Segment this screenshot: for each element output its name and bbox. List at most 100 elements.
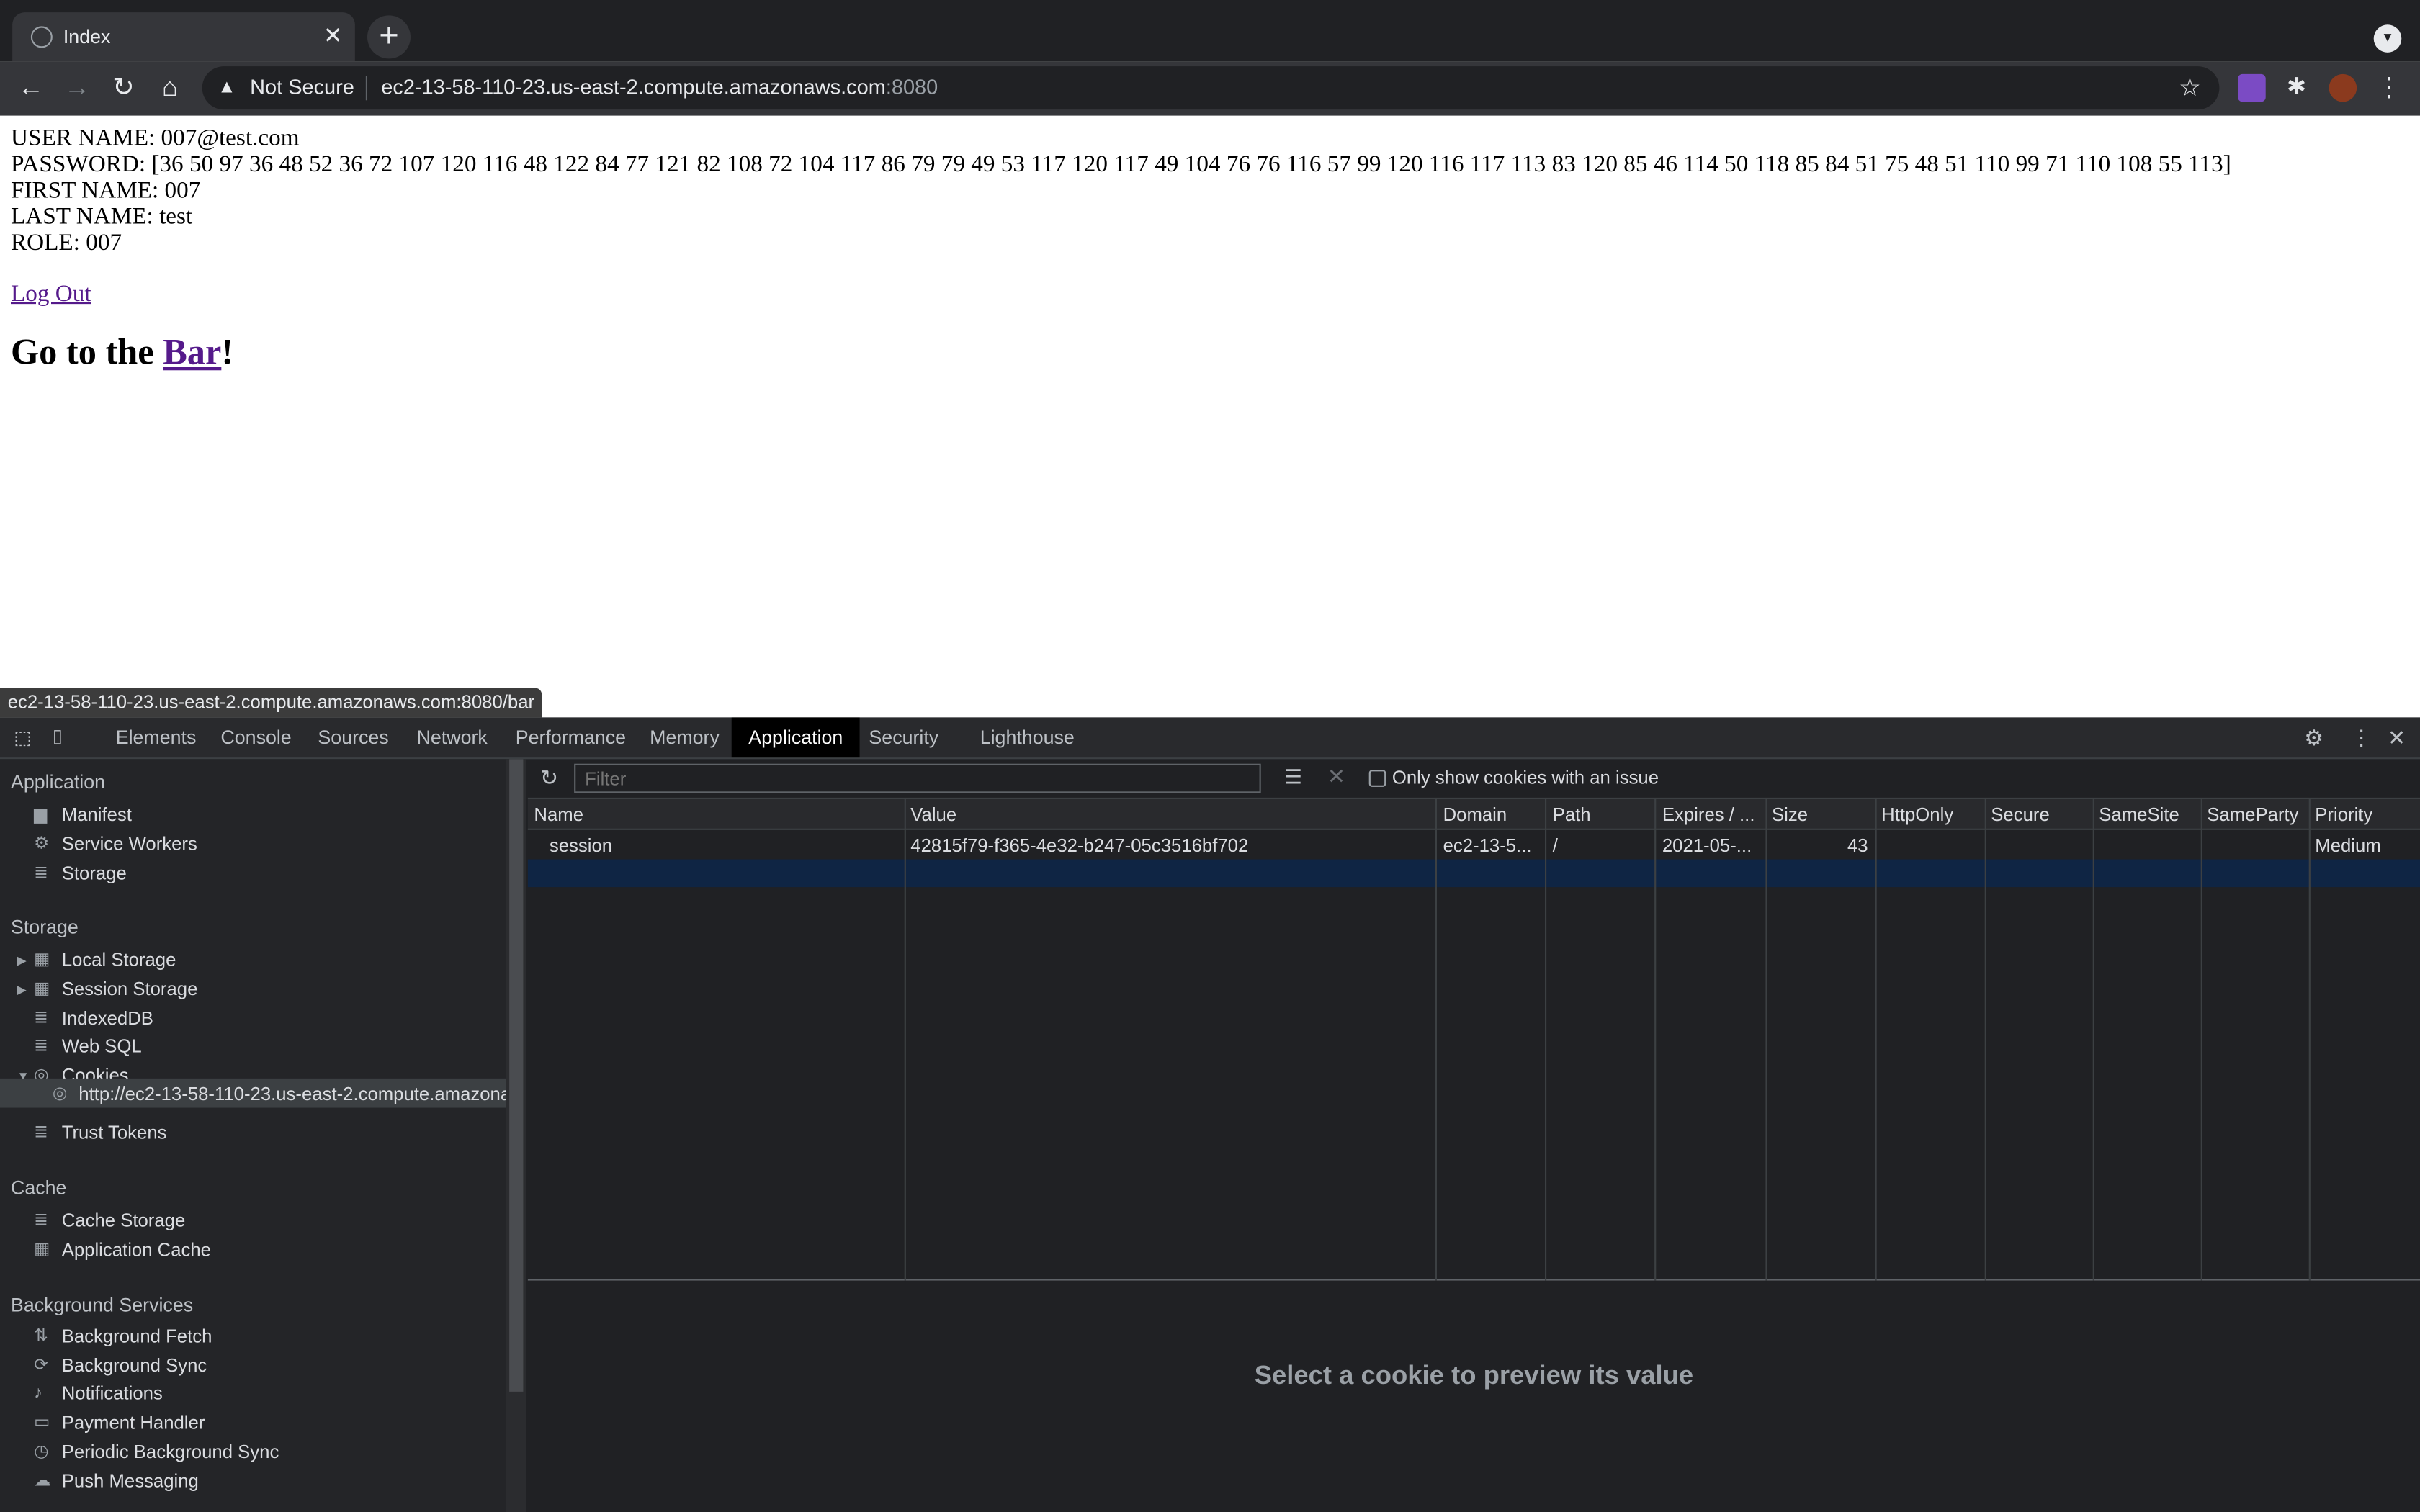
sidebar-item-storage[interactable]: Storage [62, 863, 127, 884]
column-divider [2200, 799, 2202, 1281]
column-header-samesite[interactable]: SameSite [2099, 804, 2179, 825]
tab-sources[interactable]: Sources [318, 726, 388, 748]
address-bar[interactable]: ▲ Not Secure ec2-13-58-110-23.us-east-2.… [202, 66, 2220, 110]
tab-elements[interactable]: Elements [116, 726, 197, 748]
browser-menu-icon[interactable]: ⋮ [2370, 69, 2407, 106]
tab-console[interactable]: Console [220, 726, 291, 748]
only-issues-checkbox[interactable] [1368, 770, 1386, 787]
devtools-tab-bar: ⬚ ▯ Elements Console Sources Network Per… [0, 717, 2420, 760]
column-header-expires[interactable]: Expires / ... [1662, 804, 1755, 825]
column-divider [1765, 799, 1767, 1281]
tab-memory[interactable]: Memory [650, 726, 720, 748]
sidebar-item-background-sync[interactable]: Background Sync [62, 1354, 207, 1376]
sidebar-item-session-storage[interactable]: Session Storage [62, 978, 198, 1000]
delete-selected-icon[interactable]: ✕ [1327, 764, 1345, 790]
tab-title: Index [63, 26, 111, 48]
grid-icon: ▦ [34, 950, 50, 969]
tab-search-icon[interactable]: ▾ [2373, 24, 2402, 53]
up-down-arrows-icon: ⇅ [34, 1326, 48, 1346]
cloud-icon: ☁ [34, 1472, 51, 1490]
sidebar-item-trust-tokens[interactable]: Trust Tokens [62, 1122, 167, 1143]
clear-all-cookies-icon[interactable]: ☰ [1284, 765, 1302, 790]
close-devtools-icon[interactable]: ✕ [2388, 725, 2406, 751]
column-header-size[interactable]: Size [1772, 804, 1808, 825]
cookie-domain-cell[interactable]: ec2-13-5... [1443, 834, 1532, 856]
cookies-toolbar: ↻ ☰ ✕ Only show cookies with an issue [527, 759, 2420, 799]
sidebar-item-application-cache[interactable]: Application Cache [62, 1239, 211, 1261]
sidebar-scrollbar-thumb[interactable] [509, 759, 524, 1392]
sidebar-item-push-messaging[interactable]: Push Messaging [62, 1470, 199, 1492]
expand-arrow-icon[interactable]: ▶ [17, 983, 27, 996]
cookie-value-cell[interactable]: 42815f79-f365-4e32-b247-05c3516bf702 [910, 834, 1248, 856]
inspect-element-icon[interactable]: ⬚ [14, 726, 31, 748]
column-header-secure[interactable]: Secure [1991, 804, 2049, 825]
tab-application[interactable]: Application [731, 717, 860, 758]
column-divider [904, 799, 906, 1281]
more-options-icon[interactable]: ⋮ [2351, 725, 2372, 751]
extensions-puzzle-icon[interactable]: ✱ [2278, 69, 2315, 106]
sidebar-item-indexeddb[interactable]: IndexedDB [62, 1007, 153, 1029]
close-tab-icon[interactable]: ✕ [323, 22, 343, 49]
cookie-path-cell[interactable]: / [1553, 834, 1558, 856]
user-name-text: USER NAME: 007@test.com [11, 125, 300, 151]
sidebar-item-periodic-background-sync[interactable]: Periodic Background Sync [62, 1441, 279, 1462]
home-icon[interactable]: ⌂ [151, 69, 188, 106]
cookie-name-cell[interactable]: session [550, 834, 612, 856]
forward-icon[interactable]: → [58, 69, 95, 106]
database-icon: ≣ [34, 1211, 48, 1230]
browser-tab-strip: Index ✕ + ▾ [0, 0, 2420, 62]
column-header-sameparty[interactable]: SameParty [2207, 804, 2298, 825]
cookie-priority-cell[interactable]: Medium [2315, 834, 2380, 856]
column-header-httponly[interactable]: HttpOnly [1881, 804, 1953, 825]
sidebar-item-cache-storage[interactable]: Cache Storage [62, 1210, 186, 1231]
table-row-empty-selected[interactable] [527, 859, 2420, 888]
devtools-panel: ⬚ ▯ Elements Console Sources Network Per… [0, 717, 2420, 1512]
column-header-name[interactable]: Name [534, 804, 583, 825]
tab-network[interactable]: Network [417, 726, 488, 748]
page-heading: Go to the Bar! [11, 333, 233, 375]
tab-lighthouse[interactable]: Lighthouse [980, 726, 1075, 748]
only-issues-label[interactable]: Only show cookies with an issue [1392, 767, 1659, 788]
security-label[interactable]: Not Secure [250, 76, 354, 99]
column-header-priority[interactable]: Priority [2315, 804, 2372, 825]
column-header-value[interactable]: Value [910, 804, 956, 825]
sidebar-item-local-storage[interactable]: Local Storage [62, 949, 176, 971]
url-text[interactable]: ec2-13-58-110-23.us-east-2.compute.amazo… [381, 76, 938, 99]
tab-security[interactable]: Security [869, 726, 938, 748]
sidebar-item-manifest[interactable]: Manifest [62, 804, 132, 825]
warning-icon: ▲ [218, 76, 236, 97]
new-tab-button[interactable]: + [367, 15, 411, 59]
cookie-expires-cell[interactable]: 2021-05-... [1662, 834, 1752, 856]
tab-performance[interactable]: Performance [516, 726, 626, 748]
sidebar-item-web-sql[interactable]: Web SQL [62, 1035, 142, 1057]
reload-icon[interactable]: ↻ [105, 69, 142, 106]
profile-avatar-icon[interactable] [2329, 73, 2357, 102]
cookie-size-cell[interactable]: 43 [1847, 834, 1868, 856]
sidebar-item-service-workers[interactable]: Service Workers [62, 833, 197, 855]
refresh-icon[interactable]: ↻ [540, 765, 558, 791]
bar-link[interactable]: Bar [163, 333, 221, 374]
heading-prefix: Go to the [11, 333, 163, 374]
sidebar-item-notifications[interactable]: Notifications [62, 1382, 163, 1404]
sync-icon: ⟳ [34, 1356, 48, 1375]
onenote-extension-icon[interactable] [2238, 73, 2266, 102]
column-divider [1875, 799, 1877, 1281]
settings-gear-icon[interactable]: ⚙ [2304, 725, 2323, 751]
section-header-cache: Cache [11, 1177, 67, 1199]
column-header-domain[interactable]: Domain [1443, 804, 1507, 825]
browser-tab[interactable]: Index ✕ [12, 12, 355, 62]
database-icon: ≣ [34, 1009, 48, 1028]
database-icon: ≣ [34, 1123, 48, 1142]
file-icon: ▆ [34, 805, 48, 824]
back-icon[interactable]: ← [12, 69, 49, 106]
bookmark-star-icon[interactable]: ☆ [2179, 73, 2201, 104]
logout-link[interactable]: Log Out [11, 281, 91, 309]
sidebar-item-payment-handler[interactable]: Payment Handler [62, 1412, 205, 1434]
column-header-path[interactable]: Path [1553, 804, 1591, 825]
device-toolbar-icon[interactable]: ▯ [53, 725, 63, 747]
filter-input[interactable] [574, 763, 1261, 793]
sidebar-item-background-fetch[interactable]: Background Fetch [62, 1326, 212, 1347]
sidebar-item-cookie-origin[interactable]: http://ec2-13-58-110-23.us-east-2.comput… [79, 1083, 506, 1104]
expand-arrow-icon[interactable]: ▶ [17, 953, 27, 967]
clock-icon: ◷ [34, 1442, 49, 1462]
